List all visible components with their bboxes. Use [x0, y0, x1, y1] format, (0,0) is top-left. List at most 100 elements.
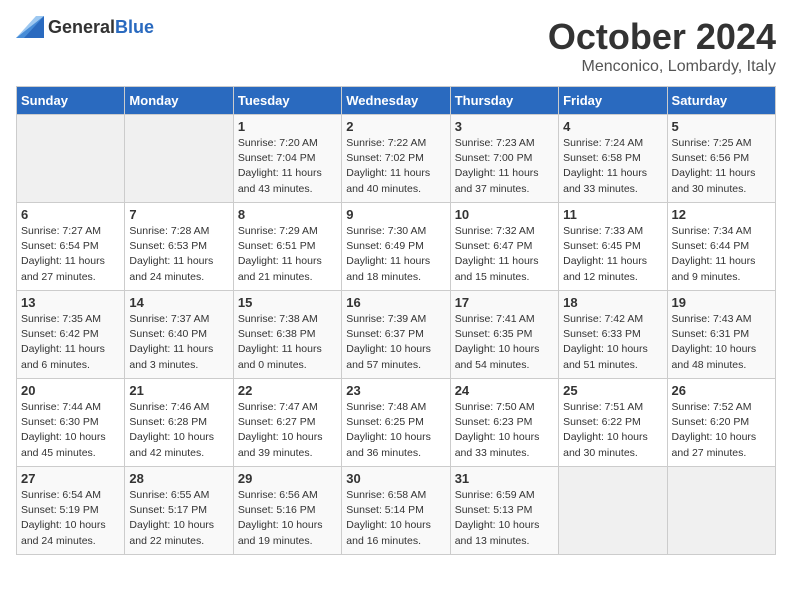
calendar-cell: 14 Sunrise: 7:37 AMSunset: 6:40 PMDayligh…: [125, 291, 233, 379]
column-header-monday: Monday: [125, 87, 233, 115]
day-info: Sunrise: 7:43 AMSunset: 6:31 PMDaylight:…: [672, 312, 771, 373]
logo-general: General: [48, 17, 115, 38]
calendar-cell: 8 Sunrise: 7:29 AMSunset: 6:51 PMDaylight…: [233, 203, 341, 291]
day-info: Sunrise: 7:30 AMSunset: 6:49 PMDaylight:…: [346, 224, 445, 285]
day-number: 29: [238, 471, 337, 486]
calendar-cell: 20 Sunrise: 7:44 AMSunset: 6:30 PMDayligh…: [17, 379, 125, 467]
day-info: Sunrise: 7:37 AMSunset: 6:40 PMDaylight:…: [129, 312, 228, 373]
column-header-saturday: Saturday: [667, 87, 775, 115]
calendar-cell: 19 Sunrise: 7:43 AMSunset: 6:31 PMDayligh…: [667, 291, 775, 379]
day-number: 1: [238, 119, 337, 134]
page-header: General Blue October 2024 Menconico, Lom…: [16, 16, 776, 76]
day-info: Sunrise: 6:59 AMSunset: 5:13 PMDaylight:…: [455, 488, 554, 549]
calendar-cell: [125, 115, 233, 203]
calendar-cell: 16 Sunrise: 7:39 AMSunset: 6:37 PMDayligh…: [342, 291, 450, 379]
column-header-sunday: Sunday: [17, 87, 125, 115]
calendar-cell: 12 Sunrise: 7:34 AMSunset: 6:44 PMDayligh…: [667, 203, 775, 291]
week-row-5: 27 Sunrise: 6:54 AMSunset: 5:19 PMDayligh…: [17, 467, 776, 555]
day-number: 19: [672, 295, 771, 310]
week-row-4: 20 Sunrise: 7:44 AMSunset: 6:30 PMDayligh…: [17, 379, 776, 467]
day-number: 4: [563, 119, 662, 134]
day-info: Sunrise: 7:20 AMSunset: 7:04 PMDaylight:…: [238, 136, 337, 197]
calendar-cell: 31 Sunrise: 6:59 AMSunset: 5:13 PMDayligh…: [450, 467, 558, 555]
logo-blue: Blue: [115, 17, 154, 38]
calendar-cell: 23 Sunrise: 7:48 AMSunset: 6:25 PMDayligh…: [342, 379, 450, 467]
calendar-cell: 13 Sunrise: 7:35 AMSunset: 6:42 PMDayligh…: [17, 291, 125, 379]
day-info: Sunrise: 7:48 AMSunset: 6:25 PMDaylight:…: [346, 400, 445, 461]
header-row: SundayMondayTuesdayWednesdayThursdayFrid…: [17, 87, 776, 115]
day-info: Sunrise: 7:24 AMSunset: 6:58 PMDaylight:…: [563, 136, 662, 197]
day-number: 14: [129, 295, 228, 310]
day-number: 12: [672, 207, 771, 222]
week-row-2: 6 Sunrise: 7:27 AMSunset: 6:54 PMDaylight…: [17, 203, 776, 291]
day-number: 27: [21, 471, 120, 486]
calendar-cell: 17Sunrise: 7:41 AMSunset: 6:35 PMDayligh…: [450, 291, 558, 379]
calendar-cell: 6 Sunrise: 7:27 AMSunset: 6:54 PMDaylight…: [17, 203, 125, 291]
day-number: 7: [129, 207, 228, 222]
day-number: 2: [346, 119, 445, 134]
day-info: Sunrise: 6:54 AMSunset: 5:19 PMDaylight:…: [21, 488, 120, 549]
calendar-cell: 5Sunrise: 7:25 AMSunset: 6:56 PMDaylight…: [667, 115, 775, 203]
calendar-cell: 22 Sunrise: 7:47 AMSunset: 6:27 PMDayligh…: [233, 379, 341, 467]
calendar-cell: 27 Sunrise: 6:54 AMSunset: 5:19 PMDayligh…: [17, 467, 125, 555]
day-info: Sunrise: 7:28 AMSunset: 6:53 PMDaylight:…: [129, 224, 228, 285]
day-info: Sunrise: 7:41 AMSunset: 6:35 PMDaylight:…: [455, 312, 554, 373]
main-title: October 2024: [548, 16, 776, 58]
day-info: Sunrise: 7:38 AMSunset: 6:38 PMDaylight:…: [238, 312, 337, 373]
day-number: 20: [21, 383, 120, 398]
day-number: 31: [455, 471, 554, 486]
day-number: 26: [672, 383, 771, 398]
day-number: 9: [346, 207, 445, 222]
day-info: Sunrise: 7:35 AMSunset: 6:42 PMDaylight:…: [21, 312, 120, 373]
column-header-wednesday: Wednesday: [342, 87, 450, 115]
day-info: Sunrise: 7:22 AMSunset: 7:02 PMDaylight:…: [346, 136, 445, 197]
logo-icon: [16, 16, 44, 38]
day-info: Sunrise: 7:42 AMSunset: 6:33 PMDaylight:…: [563, 312, 662, 373]
day-number: 8: [238, 207, 337, 222]
calendar-cell: 11 Sunrise: 7:33 AMSunset: 6:45 PMDayligh…: [559, 203, 667, 291]
title-area: October 2024 Menconico, Lombardy, Italy: [548, 16, 776, 76]
day-info: Sunrise: 7:47 AMSunset: 6:27 PMDaylight:…: [238, 400, 337, 461]
calendar-cell: [667, 467, 775, 555]
day-info: Sunrise: 7:29 AMSunset: 6:51 PMDaylight:…: [238, 224, 337, 285]
day-info: Sunrise: 7:23 AMSunset: 7:00 PMDaylight:…: [455, 136, 554, 197]
day-info: Sunrise: 7:46 AMSunset: 6:28 PMDaylight:…: [129, 400, 228, 461]
day-info: Sunrise: 7:51 AMSunset: 6:22 PMDaylight:…: [563, 400, 662, 461]
week-row-1: 1 Sunrise: 7:20 AMSunset: 7:04 PMDaylight…: [17, 115, 776, 203]
day-info: Sunrise: 7:39 AMSunset: 6:37 PMDaylight:…: [346, 312, 445, 373]
calendar-cell: [559, 467, 667, 555]
calendar-cell: 29 Sunrise: 6:56 AMSunset: 5:16 PMDayligh…: [233, 467, 341, 555]
column-header-friday: Friday: [559, 87, 667, 115]
day-number: 16: [346, 295, 445, 310]
day-info: Sunrise: 6:58 AMSunset: 5:14 PMDaylight:…: [346, 488, 445, 549]
day-number: 30: [346, 471, 445, 486]
calendar-cell: 9 Sunrise: 7:30 AMSunset: 6:49 PMDaylight…: [342, 203, 450, 291]
day-number: 3: [455, 119, 554, 134]
day-info: Sunrise: 7:34 AMSunset: 6:44 PMDaylight:…: [672, 224, 771, 285]
day-number: 11: [563, 207, 662, 222]
calendar-cell: 26Sunrise: 7:52 AMSunset: 6:20 PMDayligh…: [667, 379, 775, 467]
day-number: 18: [563, 295, 662, 310]
calendar-cell: 2 Sunrise: 7:22 AMSunset: 7:02 PMDaylight…: [342, 115, 450, 203]
day-number: 15: [238, 295, 337, 310]
calendar-cell: 10Sunrise: 7:32 AMSunset: 6:47 PMDayligh…: [450, 203, 558, 291]
week-row-3: 13 Sunrise: 7:35 AMSunset: 6:42 PMDayligh…: [17, 291, 776, 379]
day-number: 10: [455, 207, 554, 222]
day-number: 25: [563, 383, 662, 398]
day-number: 13: [21, 295, 120, 310]
column-header-thursday: Thursday: [450, 87, 558, 115]
day-number: 22: [238, 383, 337, 398]
calendar-cell: 28Sunrise: 6:55 AMSunset: 5:17 PMDayligh…: [125, 467, 233, 555]
day-number: 6: [21, 207, 120, 222]
calendar-cell: 18 Sunrise: 7:42 AMSunset: 6:33 PMDayligh…: [559, 291, 667, 379]
calendar-cell: [17, 115, 125, 203]
calendar-cell: 1 Sunrise: 7:20 AMSunset: 7:04 PMDaylight…: [233, 115, 341, 203]
calendar-cell: 21Sunrise: 7:46 AMSunset: 6:28 PMDayligh…: [125, 379, 233, 467]
calendar-cell: 25 Sunrise: 7:51 AMSunset: 6:22 PMDayligh…: [559, 379, 667, 467]
day-info: Sunrise: 6:56 AMSunset: 5:16 PMDaylight:…: [238, 488, 337, 549]
day-info: Sunrise: 7:27 AMSunset: 6:54 PMDaylight:…: [21, 224, 120, 285]
day-info: Sunrise: 7:44 AMSunset: 6:30 PMDaylight:…: [21, 400, 120, 461]
day-info: Sunrise: 6:55 AMSunset: 5:17 PMDaylight:…: [129, 488, 228, 549]
day-number: 23: [346, 383, 445, 398]
day-info: Sunrise: 7:33 AMSunset: 6:45 PMDaylight:…: [563, 224, 662, 285]
